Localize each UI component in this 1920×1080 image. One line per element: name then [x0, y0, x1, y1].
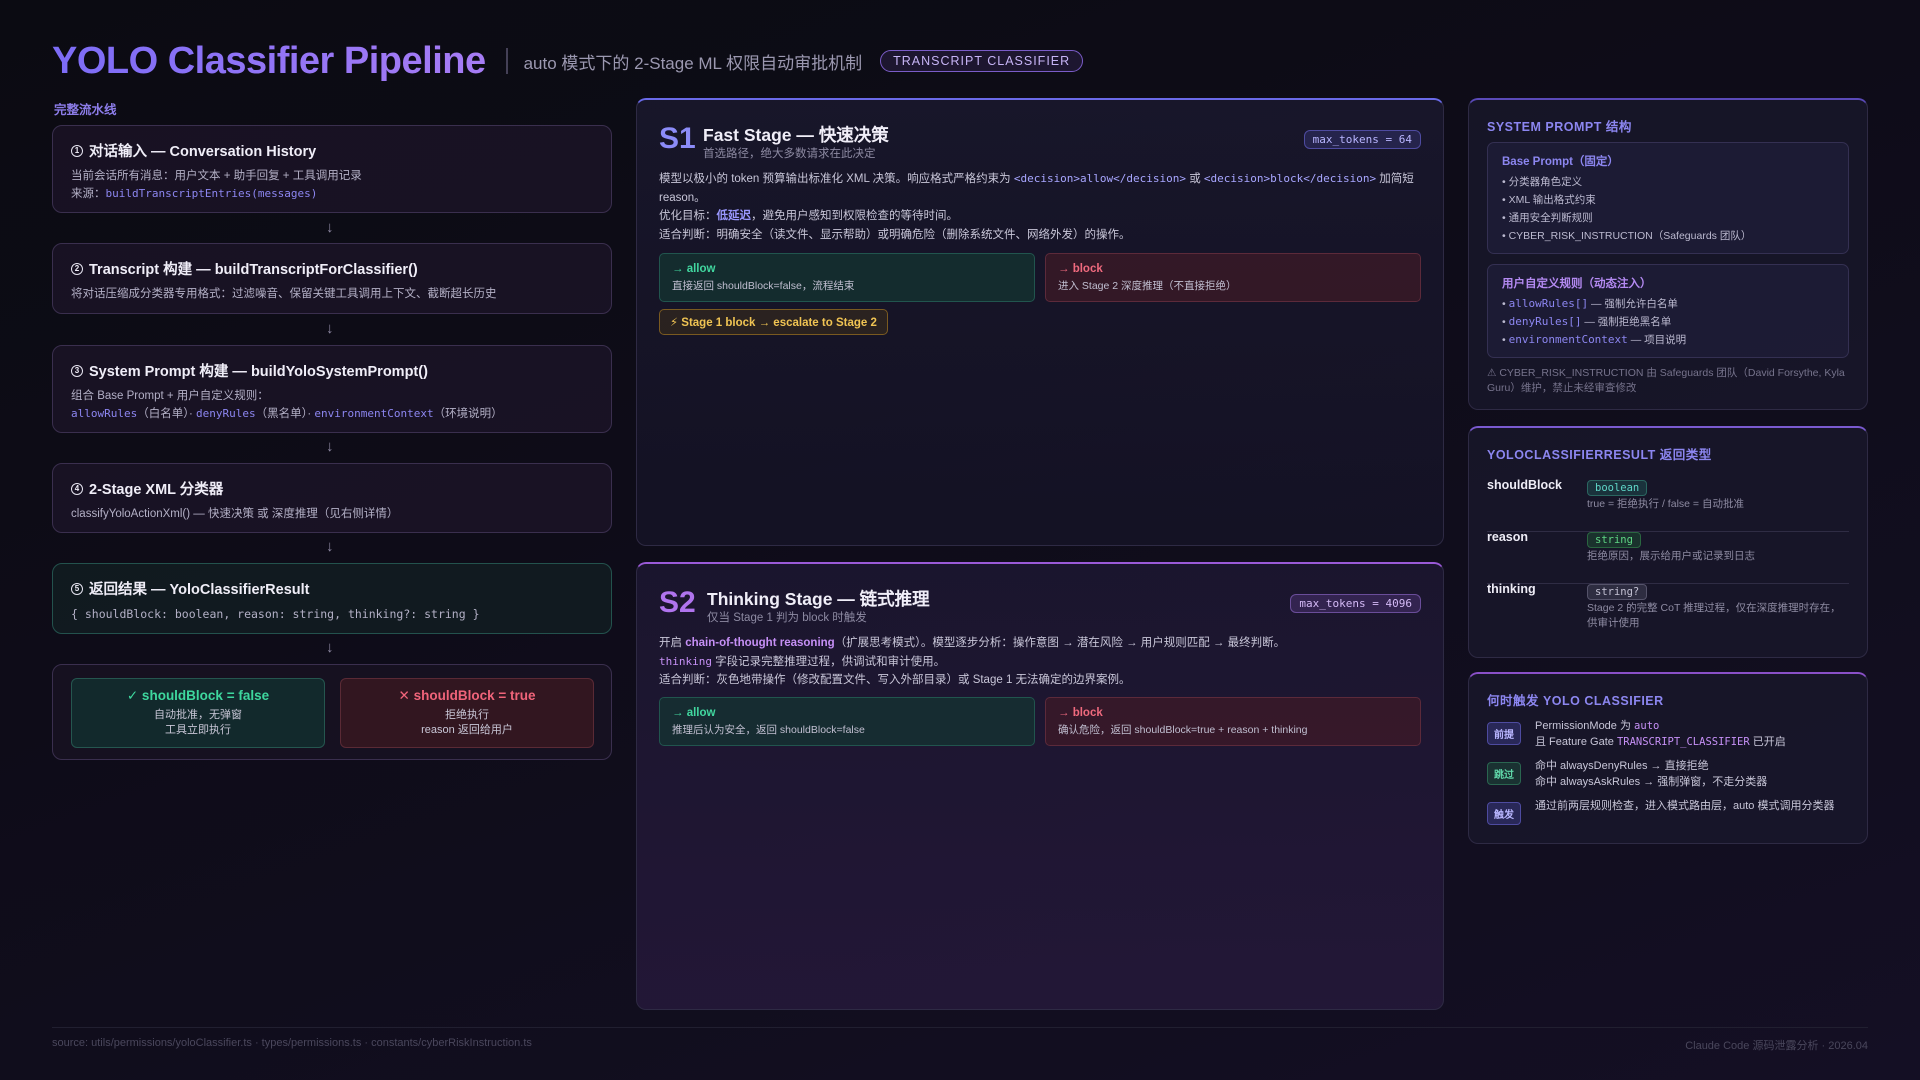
stage-2-card: S2 Thinking Stage — 链式推理 仅当 Stage 1 判为 b… — [636, 562, 1444, 1010]
base-prompt-box: Base Prompt（固定） • 分类器角色定义 • XML 输出格式约束 •… — [1487, 142, 1849, 254]
step-desc: 将对话压缩成分类器专用格式：过滤噪音、保留关键工具调用上下文、截断超长历史 — [71, 288, 497, 300]
system-prompt-panel: SYSTEM PROMPT 结构 Base Prompt（固定） • 分类器角色… — [1468, 98, 1868, 410]
pipeline-label: 完整流水线 — [54, 103, 117, 117]
trigger-badge: 前提 — [1487, 722, 1521, 745]
flow-arrow-icon: ↓ — [326, 320, 334, 337]
escalate-badge: ⚡ Stage 1 block → escalate to Stage 2 — [659, 309, 888, 335]
warning-note: ⚠ CYBER_RISK_INSTRUCTION 由 Safeguards 团队… — [1487, 367, 1845, 394]
trigger-row: 前提 PermissionMode 为 auto 且 Feature Gate … — [1487, 718, 1849, 752]
stage-1-badge: S1 — [659, 122, 696, 155]
step-number-icon: 4 — [71, 482, 83, 495]
stage-2-block-box: → block 确认危险，返回 shouldBlock=true + reaso… — [1045, 697, 1421, 746]
pipeline-step-4: 4 2-Stage XML 分类器 classifyYoloActionXml()… — [52, 463, 612, 533]
stage-2-allow-box: → allow 推理后认为安全，返回 shouldBlock=false — [659, 697, 1035, 746]
stage-1-subtitle: 首选路径，绝大多数请求在此决定 — [703, 148, 876, 160]
result-type-panel: YOLOCLASSIFIERRESULT 返回类型 shouldBlock bo… — [1468, 426, 1868, 658]
step-desc: 组合 Base Prompt + 用户自定义规则： — [71, 390, 269, 402]
header-tag: TRANSCRIPT CLASSIFIER — [880, 50, 1084, 72]
step-desc: classifyYoloActionXml() — 快速决策 或 深度推理（见右… — [71, 508, 399, 520]
stage-1-description: 模型以极小的 token 预算输出标准化 XML 决策。响应格式严格约束为 <d… — [659, 172, 1414, 241]
stage-1-title: Fast Stage — 快速决策 — [703, 125, 889, 145]
flow-arrow-icon: ↓ — [326, 438, 334, 455]
result-signature: { shouldBlock: boolean, reason: string, … — [71, 607, 480, 621]
result-outcomes: ✓ shouldBlock = false 自动批准，无弹窗 工具立即执行 ✕ … — [52, 664, 612, 760]
stage-2-token-badge: max_tokens = 4096 — [1290, 594, 1421, 613]
panel-title: YOLOCLASSIFIERRESULT 返回类型 — [1487, 448, 1712, 462]
page-title: YOLO Classifier Pipeline — [52, 39, 486, 82]
page-subtitle: auto 模式下的 2-Stage ML 权限自动审批机制 — [523, 53, 863, 73]
step-number-icon: 1 — [71, 144, 83, 157]
trigger-badge: 触发 — [1487, 802, 1521, 825]
footer-credit: Claude Code 源码泄露分析 · 2026.04 — [1685, 1040, 1868, 1052]
trigger-panel: 何时触发 YOLO CLASSIFIER 前提 PermissionMode 为… — [1468, 672, 1868, 844]
stage-2-description: 开启 chain-of-thought reasoning（扩展思考模式）。模型… — [659, 637, 1286, 686]
step-number-icon: 5 — [71, 582, 83, 595]
trigger-badge: 跳过 — [1487, 762, 1521, 785]
stage-2-outcomes: → allow 推理后认为安全，返回 shouldBlock=false → b… — [659, 697, 1421, 746]
step-desc: 当前会话所有消息：用户文本 + 助手回复 + 工具调用记录 — [71, 170, 362, 182]
pipeline-step-2: 2 Transcript 构建 — buildTranscriptForClass… — [52, 243, 612, 314]
stage-2-subtitle: 仅当 Stage 1 判为 block 时触发 — [707, 612, 867, 624]
field-row: thinking string? Stage 2 的完整 CoT 推理过程，仅在… — [1487, 582, 1841, 629]
flow-arrow-icon: ↓ — [326, 639, 334, 656]
stage-1-block-box: → block 进入 Stage 2 深度推理（不直接拒绝） — [1045, 253, 1421, 302]
field-row: shouldBlock boolean true = 拒绝执行 / false … — [1487, 478, 1849, 532]
stage-1-outcomes: → allow 直接返回 shouldBlock=false，流程结束 → bl… — [659, 253, 1421, 302]
step-title: Transcript 构建 — buildTranscriptForClassi… — [89, 262, 418, 278]
pipeline-step-3: 3 System Prompt 构建 — buildYoloSystemPromp… — [52, 345, 612, 433]
pipeline-step-1: 1 对话输入 — Conversation History 当前会话所有消息：用户… — [52, 125, 612, 213]
trigger-row: 触发 通过前两层规则检查，进入模式路由层，auto 模式调用分类器 — [1487, 798, 1849, 832]
step-title: 返回结果 — YoloClassifierResult — [89, 582, 310, 598]
flow-arrow-icon: ↓ — [326, 219, 334, 236]
page-header: YOLO Classifier Pipeline auto 模式下的 2-Sta… — [52, 36, 1084, 86]
panel-title: SYSTEM PROMPT 结构 — [1487, 120, 1632, 134]
step-rules: allowRules（白名单）· denyRules（黑名单）· environ… — [71, 407, 503, 420]
footer-divider — [52, 1027, 1868, 1028]
step-number-icon: 3 — [71, 364, 83, 377]
footer-source: source: utils/permissions/yoloClassifier… — [52, 1037, 532, 1049]
trigger-row: 跳过 命中 alwaysDenyRules → 直接拒绝 命中 alwaysAs… — [1487, 758, 1849, 792]
field-row: reason string 拒绝原因，展示给用户或记录到日志 — [1487, 530, 1849, 584]
stage-1-allow-box: → allow 直接返回 shouldBlock=false，流程结束 — [659, 253, 1035, 302]
pipeline-step-5: 5 返回结果 — YoloClassifierResult { shouldBlo… — [52, 563, 612, 634]
step-title: 对话输入 — Conversation History — [89, 144, 317, 160]
step-title: 2-Stage XML 分类器 — [89, 482, 224, 498]
user-rules-box: 用户自定义规则（动态注入） • allowRules[] — 强制允许白名单 •… — [1487, 264, 1849, 358]
outcome-allow: ✓ shouldBlock = false 自动批准，无弹窗 工具立即执行 — [71, 678, 325, 748]
flow-arrow-icon: ↓ — [326, 538, 334, 555]
title-divider — [505, 48, 508, 74]
stage-1-token-badge: max_tokens = 64 — [1303, 130, 1421, 149]
stage-1-card: S1 Fast Stage — 快速决策 首选路径，绝大多数请求在此决定 max… — [636, 98, 1444, 546]
stage-2-badge: S2 — [659, 586, 696, 619]
step-number-icon: 2 — [71, 262, 83, 275]
panel-title: 何时触发 YOLO CLASSIFIER — [1487, 694, 1664, 708]
stage-2-title: Thinking Stage — 链式推理 — [707, 589, 930, 609]
outcome-block: ✕ shouldBlock = true 拒绝执行 reason 返回给用户 — [340, 678, 594, 748]
step-source: 来源：buildTranscriptEntries(messages) — [71, 187, 318, 200]
step-title: System Prompt 构建 — buildYoloSystemPrompt… — [89, 364, 428, 380]
